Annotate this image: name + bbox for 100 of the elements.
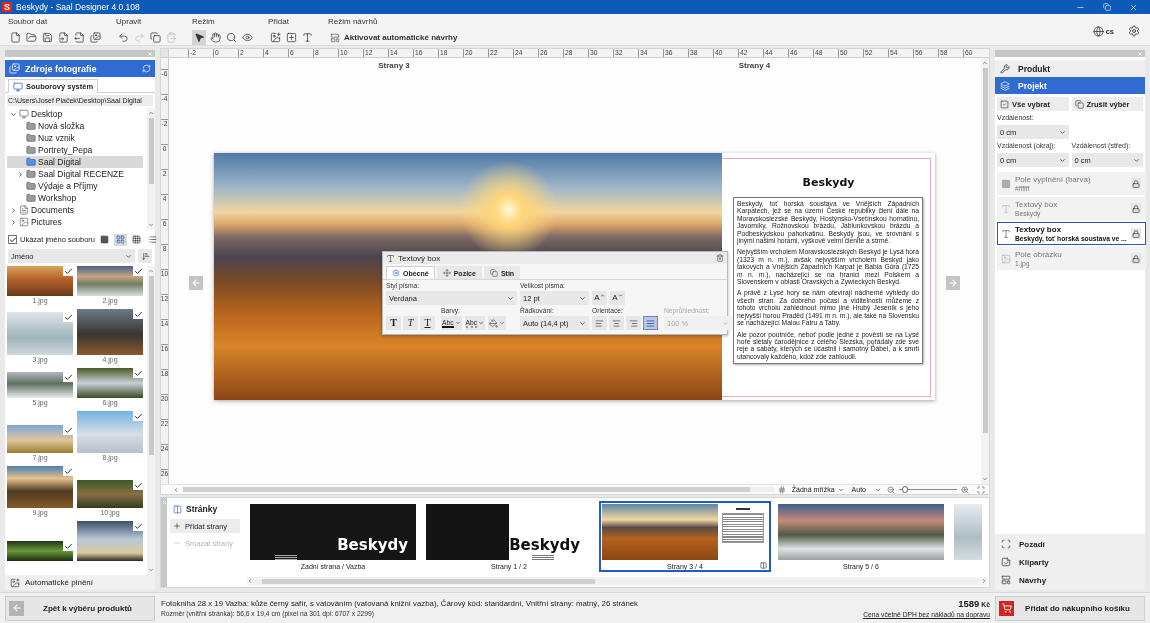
zoom-out-icon[interactable]	[887, 485, 895, 494]
new-file-button[interactable]	[8, 30, 22, 45]
scroll-up-icon	[148, 110, 154, 116]
refresh-icon[interactable]	[142, 64, 151, 73]
panel-menu-item[interactable]: Návrhy	[995, 571, 1145, 589]
square-plus-button[interactable]	[284, 30, 298, 45]
lock-icon[interactable]	[1130, 203, 1141, 214]
undo-button[interactable]	[116, 30, 130, 45]
add-image-button[interactable]	[268, 30, 282, 45]
scroll-up-icon	[982, 60, 988, 66]
tree-item[interactable]: Portrety_Pepa	[7, 144, 143, 156]
page-label: Strany 4	[737, 61, 772, 71]
scrollbar[interactable]	[247, 577, 987, 585]
tree-item[interactable]: Výdaje a Příjmy	[7, 180, 143, 192]
caret-icon	[837, 486, 844, 493]
collapsed-caret-icon[interactable]	[17, 170, 24, 178]
photo-placeholder[interactable]	[77, 521, 143, 561]
tree-item[interactable]: Workshop	[7, 192, 143, 204]
photo-placeholder[interactable]	[7, 266, 73, 296]
tree-item[interactable]: Saal Digital RECENZE	[7, 168, 143, 180]
settings-icon[interactable]	[1128, 25, 1140, 37]
folder-icon	[26, 193, 36, 203]
scroll-down-icon	[148, 222, 154, 228]
photo-placeholder[interactable]	[7, 541, 73, 561]
maximize-icon[interactable]	[977, 485, 985, 494]
small-grid-view-button[interactable]	[130, 233, 144, 246]
page-heading[interactable]: Beskydy	[802, 176, 855, 189]
text-box[interactable]	[733, 197, 923, 365]
folder-icon	[26, 133, 36, 143]
align-right-button[interactable]	[626, 316, 641, 330]
grid-icon[interactable]	[777, 485, 786, 494]
lock-icon[interactable]	[1130, 253, 1141, 264]
underline-button[interactable]: T	[420, 316, 435, 330]
sort-order-button[interactable]	[138, 249, 152, 263]
grid-view-button[interactable]	[114, 233, 128, 246]
caret-icon	[722, 319, 729, 327]
scrollbar[interactable]	[147, 108, 155, 230]
auto-design-button[interactable]: Aktivovat automatické návrhy	[328, 30, 460, 45]
small-grid-icon	[132, 235, 142, 244]
tree-item[interactable]: Nová složka	[7, 120, 143, 132]
large-tiles-view-button[interactable]	[98, 233, 112, 246]
scroll-left-icon[interactable]	[173, 486, 179, 493]
tree-item[interactable]: Pictures	[7, 216, 143, 228]
align-justify-button[interactable]	[643, 316, 658, 330]
close-icon[interactable]	[1129, 2, 1138, 12]
paint-bucket-icon	[489, 318, 499, 328]
book-title: Beskydy	[509, 537, 580, 553]
section-tab[interactable]: Produkt	[995, 60, 1145, 77]
group-label: Režim	[192, 17, 216, 27]
scrollbar[interactable]	[981, 58, 989, 484]
expanded-caret-icon[interactable]	[10, 110, 17, 118]
add-text-button[interactable]	[300, 30, 314, 45]
tree-item[interactable]: Desktop	[7, 108, 143, 120]
import-file-button[interactable]	[56, 30, 70, 45]
copy-button[interactable]	[148, 30, 162, 45]
tree-item[interactable]: Documents	[7, 204, 143, 216]
lock-icon[interactable]	[1130, 228, 1141, 239]
align-right-icon	[629, 318, 638, 328]
photo-placeholder[interactable]	[77, 480, 143, 508]
italic-button[interactable]: T	[403, 316, 418, 330]
export-file-button[interactable]	[72, 30, 86, 45]
increase-size-button[interactable]: A	[592, 291, 607, 305]
tree-item[interactable]: Saal Digital	[7, 156, 143, 168]
scroll-left-icon	[247, 578, 253, 584]
checkbox[interactable]	[8, 235, 17, 244]
hand-button[interactable]	[208, 30, 222, 45]
zoom-in-icon[interactable]	[961, 485, 969, 494]
back-button[interactable]: Zpět k výběru produktů	[5, 595, 155, 621]
scrollbar[interactable]	[183, 487, 774, 492]
decrease-size-button[interactable]: A	[610, 291, 625, 305]
photo-placeholder[interactable]	[77, 368, 143, 398]
collapsed-caret-icon[interactable]	[10, 218, 17, 226]
section-tab[interactable]: Projekt	[995, 77, 1145, 94]
photo-placeholder[interactable]	[7, 466, 73, 508]
pointer-button[interactable]	[192, 30, 206, 45]
panel-menu-item[interactable]: Kliparty	[995, 553, 1145, 571]
tree-item[interactable]: Nuz vznik	[7, 132, 143, 144]
restore-icon[interactable]	[1103, 3, 1111, 11]
layout-icon	[330, 32, 340, 43]
fill-color-picker[interactable]	[488, 316, 507, 330]
open-folder-button[interactable]	[24, 30, 38, 45]
save-button[interactable]	[40, 30, 54, 45]
corner-frame-icon	[1001, 539, 1011, 549]
scrollbar[interactable]	[147, 266, 155, 575]
photo-placeholder[interactable]	[77, 309, 143, 355]
list-view-button[interactable]	[146, 233, 160, 246]
search-button[interactable]	[224, 30, 238, 45]
photos-button[interactable]	[88, 30, 102, 45]
collapsed-caret-icon[interactable]	[10, 206, 17, 214]
lock-icon[interactable]	[1130, 178, 1141, 189]
bold-button[interactable]: T	[386, 316, 401, 330]
slider-thumb[interactable]	[901, 486, 908, 493]
align-left-button[interactable]	[592, 316, 607, 330]
caret-down-icon	[617, 293, 623, 298]
align-center-button[interactable]	[609, 316, 624, 330]
trash-icon[interactable]	[716, 254, 724, 262]
add-to-cart-button[interactable]: Přidat do nákupního košíku	[995, 595, 1145, 621]
panel-menu-item[interactable]: Pozadí	[995, 535, 1145, 553]
plus-icon	[173, 522, 181, 530]
auto-fill-button[interactable]: Automatické plnění	[5, 575, 155, 590]
